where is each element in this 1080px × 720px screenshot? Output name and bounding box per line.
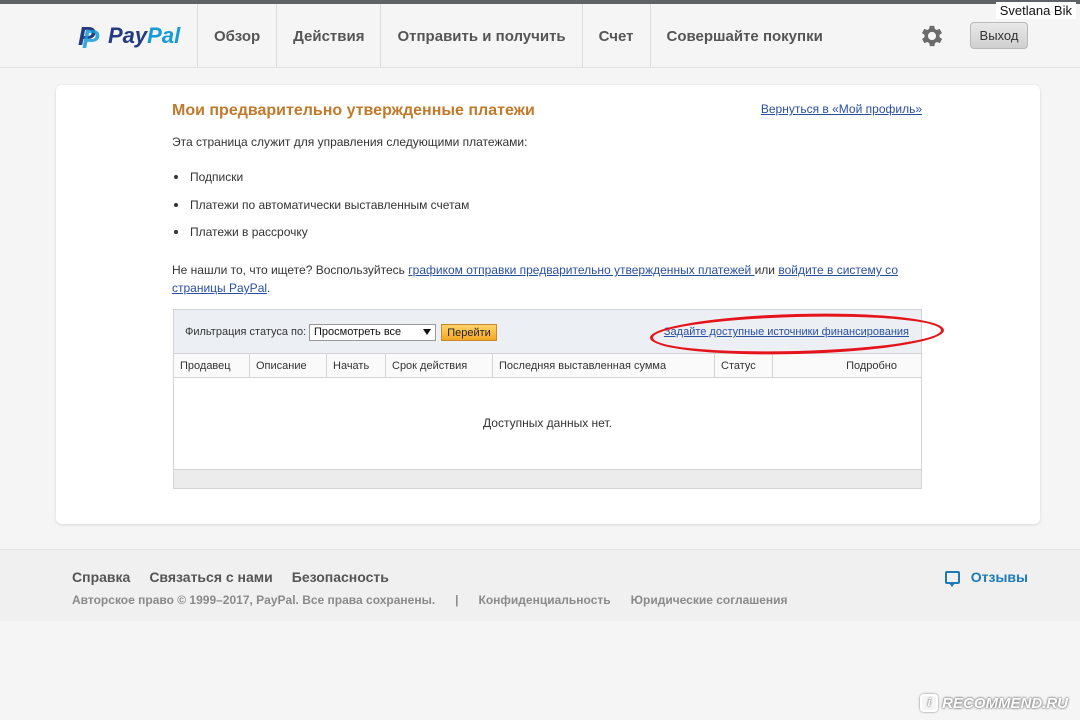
- main-nav: Обзор Действия Отправить и получить Счет…: [197, 4, 839, 68]
- user-name: Svetlana Bik: [995, 2, 1076, 19]
- list-item: Подписки: [172, 169, 469, 197]
- col-expiry[interactable]: Срок действия: [386, 354, 493, 377]
- feedback-button[interactable]: Отзывы: [944, 569, 1028, 587]
- col-seller[interactable]: Продавец: [174, 354, 250, 377]
- gear-icon[interactable]: [918, 22, 946, 50]
- table-header: Продавец Описание Начать Срок действия П…: [174, 354, 921, 378]
- filter-label: Фильтрация статуса по:: [185, 326, 307, 338]
- page-title: Мои предварительно утвержденные платежи: [172, 102, 535, 119]
- col-last-amount[interactable]: Последняя выставленная сумма: [493, 354, 715, 377]
- table-footer: [174, 469, 921, 488]
- logout-button[interactable]: Выход: [970, 22, 1028, 49]
- legal-link[interactable]: Юридические соглашения: [631, 593, 788, 607]
- list-item: Платежи в рассрочку: [172, 224, 469, 252]
- footer-contact-link[interactable]: Связаться с нами: [149, 569, 272, 585]
- back-to-profile-link[interactable]: Вернуться в «Мой профиль»: [761, 102, 922, 116]
- footer-help-link[interactable]: Справка: [72, 569, 130, 585]
- nav-overview[interactable]: Обзор: [197, 4, 276, 68]
- footer-security-link[interactable]: Безопасность: [292, 569, 389, 585]
- paypal-wordmark: PayPal: [108, 23, 181, 48]
- footer-legal: Авторское право © 1999–2017, PayPal. Все…: [72, 593, 808, 607]
- footer-links: Справка Связаться с нами Безопасность: [72, 569, 408, 585]
- schedule-link[interactable]: графиком отправки предварительно утвержд…: [408, 263, 754, 277]
- col-start[interactable]: Начать: [327, 354, 386, 377]
- col-description[interactable]: Описание: [250, 354, 327, 377]
- footer-separator: |: [455, 593, 459, 607]
- nav-shop[interactable]: Совершайте покупки: [649, 4, 839, 68]
- empty-message: Доступных данных нет.: [483, 416, 612, 430]
- status-filter-select[interactable]: Просмотреть все: [309, 324, 436, 341]
- payment-types-list: Подписки Платежи по автоматически выстав…: [172, 169, 469, 252]
- recommend-badge-icon: i: [920, 694, 939, 712]
- go-button[interactable]: Перейти: [441, 324, 497, 341]
- feedback-label: Отзывы: [970, 569, 1028, 585]
- help-text: Не нашли то, что ищете? Воспользуйтесь г…: [172, 263, 898, 295]
- recommend-watermark: i RECOMMEND.RU: [920, 694, 1068, 712]
- paypal-mark-icon: PP: [78, 21, 100, 54]
- chat-bubble-icon: [944, 570, 960, 587]
- content-card: Мои предварительно утвержденные платежи …: [56, 85, 1040, 524]
- privacy-link[interactable]: Конфиденциальность: [479, 593, 611, 607]
- col-status[interactable]: Статус: [715, 354, 773, 377]
- list-item: Платежи по автоматически выставленным сч…: [172, 197, 469, 225]
- intro-text: Эта страница служит для управления следу…: [172, 135, 528, 149]
- nav-wallet[interactable]: Счет: [581, 4, 650, 68]
- header: PP PayPal Обзор Действия Отправить и пол…: [0, 4, 1080, 68]
- paypal-logo[interactable]: PP PayPal: [78, 21, 181, 54]
- copyright-text: Авторское право © 1999–2017, PayPal. Все…: [72, 593, 436, 607]
- dropdown-arrow-icon: [423, 329, 431, 335]
- nav-activity[interactable]: Действия: [276, 4, 380, 68]
- footer: Справка Связаться с нами Безопасность От…: [0, 549, 1080, 621]
- nav-send-receive[interactable]: Отправить и получить: [380, 4, 581, 68]
- col-details[interactable]: Подробно: [773, 354, 921, 377]
